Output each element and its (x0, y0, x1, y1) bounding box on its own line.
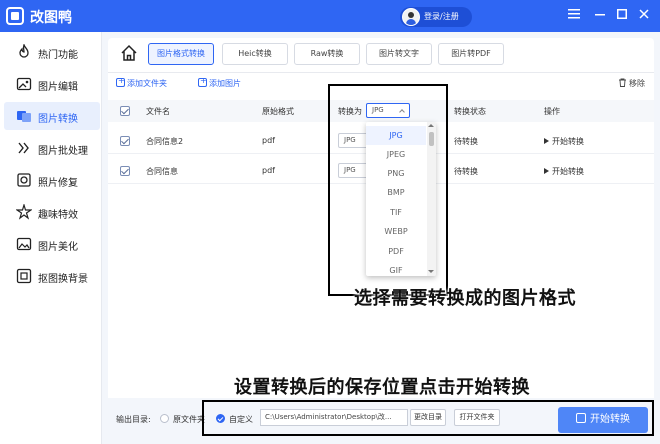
app-window: 改图鸭 登录/注册 热门功能 图片编辑 图片转换 图片批处理 照片修复 趣味特效… (0, 0, 660, 444)
tab-heic-convert[interactable]: Heic转换 (222, 43, 288, 65)
sidebar-item-effects[interactable]: 趣味特效 (4, 198, 100, 226)
add-image-label: 添加图片 (209, 79, 241, 88)
add-folder-icon (116, 76, 125, 87)
row-status: 待转换 (454, 137, 478, 146)
sidebar-item-beautify[interactable]: 图片美化 (4, 230, 100, 258)
row-format: pdf (262, 166, 275, 175)
avatar (402, 8, 420, 26)
save-hint-text: 设置转换后的保存位置点击开始转换 (234, 377, 530, 398)
app-title: 改图鸭 (30, 10, 72, 26)
add-image-button[interactable]: 添加图片 (198, 76, 241, 89)
sidebar-item-image-edit[interactable]: 图片编辑 (4, 70, 100, 98)
output-dir-label: 输出目录: (116, 415, 151, 424)
row-start-button[interactable]: 开始转换 (544, 166, 584, 177)
tab-image-format-convert[interactable]: 图片格式转换 (148, 43, 214, 65)
beautify-icon (16, 237, 32, 251)
play-icon (544, 168, 549, 174)
row-start-button[interactable]: 开始转换 (544, 136, 584, 147)
sidebar-item-cutout[interactable]: 抠图换背景 (4, 262, 100, 290)
batch-icon (18, 142, 29, 154)
add-image-icon (198, 76, 207, 87)
add-folder-button[interactable]: 添加文件夹 (116, 76, 167, 89)
sidebar-item-label: 图片编辑 (38, 82, 78, 93)
sidebar-item-photo-repair[interactable]: 照片修复 (4, 166, 100, 194)
row-start-label: 开始转换 (552, 137, 584, 146)
sidebar-item-label: 照片修复 (38, 178, 78, 189)
row-filename: 合同信息 (146, 167, 178, 176)
hamburger-icon[interactable] (566, 8, 582, 24)
image-edit-icon (16, 77, 32, 91)
photo-repair-icon (17, 173, 31, 187)
divider (108, 72, 654, 73)
row-checkbox[interactable] (120, 136, 130, 146)
row-start-label: 开始转换 (552, 167, 584, 176)
title-bar: 改图鸭 登录/注册 (0, 0, 660, 32)
tab-image-to-pdf[interactable]: 图片转PDF (438, 43, 504, 65)
select-all-checkbox[interactable] (120, 106, 130, 116)
sidebar-item-image-convert[interactable]: 图片转换 (4, 102, 100, 130)
login-label: 登录/注册 (424, 12, 459, 21)
header-filename: 文件名 (146, 107, 170, 116)
sidebar-item-hot[interactable]: 热门功能 (4, 38, 100, 66)
row-filename: 合同信息2 (146, 137, 184, 146)
home-icon[interactable] (120, 44, 138, 62)
trash-icon (619, 78, 626, 87)
close-icon[interactable] (636, 8, 652, 24)
login-button[interactable]: 登录/注册 (400, 7, 472, 27)
sidebar-item-label: 抠图换背景 (38, 274, 88, 285)
sidebar-item-label: 图片批处理 (38, 146, 88, 157)
original-folder-label: 原文件夹 (173, 415, 205, 424)
play-icon (544, 138, 549, 144)
format-highlight-box (328, 84, 448, 296)
sidebar-item-label: 图片转换 (38, 114, 78, 125)
sidebar: 热门功能 图片编辑 图片转换 图片批处理 照片修复 趣味特效 图片美化 抠图换背… (0, 32, 102, 444)
tab-image-to-text[interactable]: 图片转文字 (366, 43, 432, 65)
row-status: 待转换 (454, 167, 478, 176)
effects-icon (16, 204, 32, 220)
remove-button[interactable]: 移除 (618, 78, 645, 89)
fire-icon (19, 44, 29, 58)
header-original-format: 原始格式 (262, 107, 294, 116)
sidebar-item-label: 热门功能 (38, 50, 78, 61)
format-hint-text: 选择需要转换成的图片格式 (354, 288, 576, 309)
header-action: 操作 (544, 107, 560, 116)
save-highlight-box (202, 400, 654, 436)
header-status: 转换状态 (454, 107, 486, 116)
maximize-icon[interactable] (614, 8, 630, 24)
minimize-icon[interactable] (592, 8, 608, 24)
tab-raw-convert[interactable]: Raw转换 (294, 43, 360, 65)
app-logo-icon (6, 7, 24, 25)
sidebar-item-label: 图片美化 (38, 242, 78, 253)
radio-original-folder[interactable] (160, 414, 169, 423)
row-format: pdf (262, 136, 275, 145)
add-folder-label: 添加文件夹 (127, 79, 167, 88)
sidebar-item-batch[interactable]: 图片批处理 (4, 134, 100, 162)
row-checkbox[interactable] (120, 166, 130, 176)
remove-label: 移除 (629, 79, 645, 88)
cutout-icon (16, 268, 32, 284)
image-convert-icon (17, 111, 31, 122)
sidebar-item-label: 趣味特效 (38, 210, 78, 221)
